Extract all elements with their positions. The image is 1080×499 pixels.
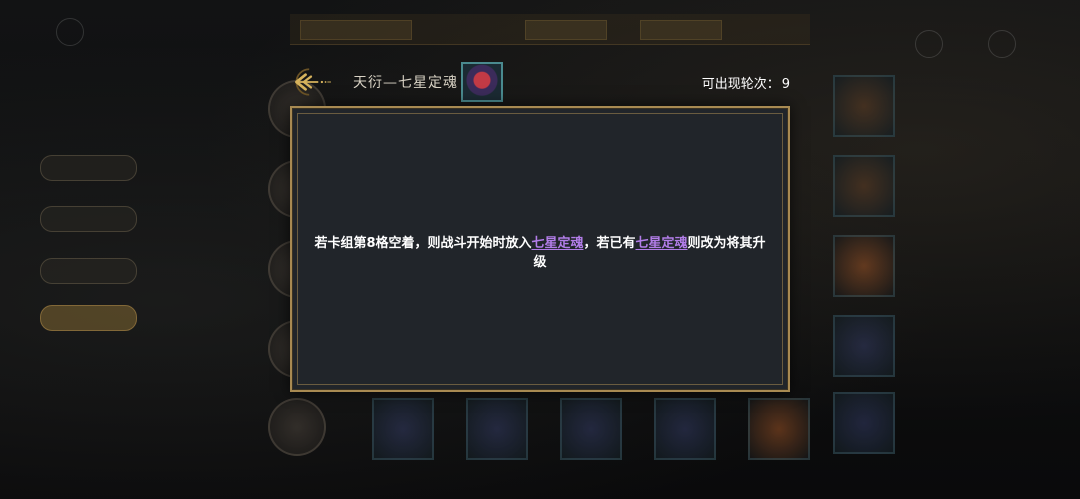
background-card: [466, 398, 528, 460]
description-text: ，若已有: [583, 236, 636, 251]
background-tab: [640, 20, 722, 40]
background-tab: [300, 20, 412, 40]
card-title: 天衍—七星定魂: [353, 75, 458, 91]
appear-rounds: 可出现轮次： 9: [702, 73, 790, 92]
background-card: [560, 398, 622, 460]
background-portrait: [268, 398, 326, 456]
appear-rounds-label: 可出现轮次：: [701, 77, 780, 92]
description-text: 若卡组第8格空着，则战斗开始时放入: [314, 236, 532, 251]
background-side-button: [40, 155, 137, 181]
background-card: [833, 315, 895, 377]
card-description-panel: 若卡组第8格空着，则战斗开始时放入七星定魂，若已有七星定魂则改为将其升级: [290, 106, 790, 392]
seven-star-soul-card-icon: [461, 62, 503, 102]
background-card: [833, 155, 895, 217]
background-tab: [525, 20, 607, 40]
background-card: [833, 235, 895, 297]
background-card: [372, 398, 434, 460]
background-card: [833, 392, 895, 454]
background-side-button: [40, 258, 137, 284]
background-settings-icon: [915, 30, 943, 58]
keyword-link[interactable]: 七星定魂: [531, 236, 583, 251]
card-description: 若卡组第8格空着，则战斗开始时放入七星定魂，若已有七星定魂则改为将其升级: [312, 234, 768, 272]
background-menu-icon: [56, 18, 84, 46]
background-search-icon: [988, 30, 1016, 58]
keyword-link[interactable]: 七星定魂: [636, 236, 688, 251]
background-card: [654, 398, 716, 460]
background-side-button-active: [40, 305, 137, 331]
game-screen: 天衍—七星定魂 可出现轮次： 9 若卡组第8格空着，则战斗开始时放入七星定魂，若已…: [0, 0, 1080, 499]
appear-rounds-count: 9: [781, 77, 790, 92]
background-card: [833, 75, 895, 137]
background-card: [748, 398, 810, 460]
back-button[interactable]: [291, 64, 331, 100]
background-side-button: [40, 206, 137, 232]
ornate-back-arrow-icon: [295, 68, 331, 96]
